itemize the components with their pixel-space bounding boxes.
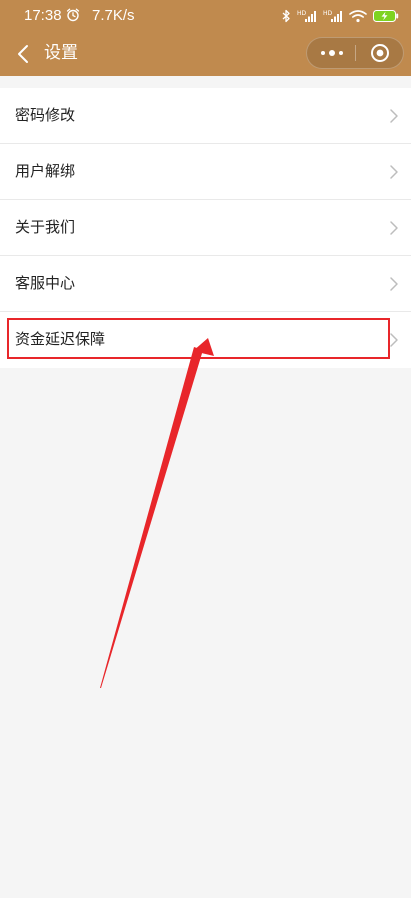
nav-bar: 设置 <box>0 32 411 76</box>
settings-item-fund-delay-protection[interactable]: 资金延迟保障 <box>0 312 411 368</box>
svg-text:HD: HD <box>323 10 333 17</box>
settings-item-label: 资金延迟保障 <box>15 330 106 348</box>
status-icons: HD HD <box>282 7 399 25</box>
battery-charging-icon <box>373 10 399 22</box>
close-button[interactable] <box>356 38 404 68</box>
status-time: 17:38 <box>24 7 62 24</box>
signal-hd-icon: HD <box>323 10 342 22</box>
chevron-right-icon <box>390 109 398 123</box>
network-speed: 7.7K/s <box>92 7 135 24</box>
more-button[interactable] <box>307 38 356 68</box>
settings-item-label: 关于我们 <box>15 218 76 236</box>
chevron-right-icon <box>390 277 398 291</box>
settings-item-customer-service[interactable]: 客服中心 <box>0 256 411 312</box>
settings-item-password[interactable]: 密码修改 <box>0 88 411 144</box>
settings-list: 密码修改 用户解绑 关于我们 客服中心 资金延迟保障 <box>0 88 411 368</box>
settings-item-label: 密码修改 <box>15 106 76 124</box>
back-button[interactable] <box>8 38 38 70</box>
alarm-icon <box>66 8 80 22</box>
bluetooth-icon <box>282 9 290 23</box>
signal-hd-icon: HD <box>297 10 316 22</box>
settings-item-about[interactable]: 关于我们 <box>0 200 411 256</box>
status-bar: 17:38 7.7K/s HD HD <box>0 0 411 32</box>
more-dots-icon <box>320 50 343 56</box>
mini-program-capsule <box>306 37 404 69</box>
settings-item-label: 用户解绑 <box>15 162 76 180</box>
page-title: 设置 <box>44 43 78 63</box>
chevron-right-icon <box>390 165 398 179</box>
chevron-right-icon <box>390 221 398 235</box>
chevron-left-icon <box>18 45 28 63</box>
target-close-icon <box>371 44 389 62</box>
settings-item-label: 客服中心 <box>15 274 76 292</box>
chevron-right-icon <box>390 333 398 347</box>
settings-item-unbind[interactable]: 用户解绑 <box>0 144 411 200</box>
wifi-icon <box>349 10 367 23</box>
svg-text:HD: HD <box>297 10 307 17</box>
